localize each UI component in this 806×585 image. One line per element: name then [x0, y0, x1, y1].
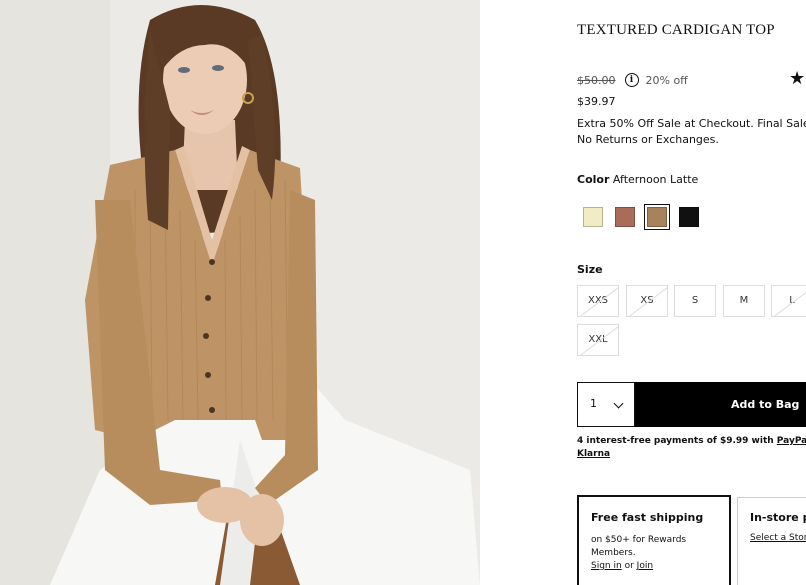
- info-icon[interactable]: i: [624, 73, 639, 87]
- size-label: Size: [577, 263, 603, 276]
- original-price: $50.00: [577, 73, 616, 87]
- swatch-rosewood[interactable]: [612, 204, 638, 230]
- quantity-value: 1: [590, 397, 597, 410]
- shipping-description: on $50+ for Rewards Members.: [591, 535, 687, 558]
- installment-text: 4 interest-free payments of $9.99 with: [577, 436, 774, 446]
- color-selection-label: Color Afternoon Latte: [577, 173, 698, 186]
- discount-label: 20% off: [645, 73, 688, 87]
- paypal-link[interactable]: PayPal: [777, 436, 806, 446]
- sign-in-link[interactable]: Sign in: [591, 561, 622, 571]
- klarna-link[interactable]: Klarna: [577, 449, 610, 459]
- quantity-select[interactable]: 1: [577, 382, 635, 427]
- product-title: TEXTURED CARDIGAN TOP: [577, 22, 775, 38]
- swatch-afternoon-latte[interactable]: [644, 204, 670, 230]
- swatch-cream[interactable]: [580, 204, 606, 230]
- model-photo-illustration: [0, 0, 480, 585]
- chevron-down-icon: [613, 398, 624, 409]
- product-page: TEXTURED CARDIGAN TOP $50.00 i 20% off ★…: [0, 0, 806, 585]
- size-option-xxl[interactable]: XXL: [577, 324, 619, 356]
- size-option-l[interactable]: L: [771, 285, 806, 317]
- price-row: $50.00 i 20% off: [577, 73, 688, 87]
- selected-color-name: Afternoon Latte: [612, 173, 699, 186]
- product-image[interactable]: [0, 0, 480, 585]
- pickup-option-card[interactable]: In-store pi Select a Stor: [737, 497, 806, 585]
- shipping-auth-links: Sign in or Join: [591, 560, 717, 573]
- installment-payments: 4 interest-free payments of $9.99 with P…: [577, 435, 806, 461]
- size-option-s[interactable]: S: [674, 285, 716, 317]
- size-option-m[interactable]: M: [723, 285, 765, 317]
- star-icon[interactable]: ★: [789, 70, 805, 88]
- swatch-black[interactable]: [676, 204, 702, 230]
- color-swatches: [580, 204, 702, 230]
- color-label: Color: [577, 173, 610, 186]
- size-option-xxs[interactable]: XXS: [577, 285, 619, 317]
- add-to-bag-button[interactable]: Add to Bag: [635, 382, 806, 427]
- or-text: or: [624, 561, 634, 571]
- select-store-link[interactable]: Select a Stor: [750, 533, 806, 543]
- size-option-xs[interactable]: XS: [626, 285, 668, 317]
- shipping-option-card[interactable]: Free fast shipping on $50+ for Rewards M…: [577, 495, 731, 585]
- join-link[interactable]: Join: [637, 561, 653, 571]
- promo-message: Extra 50% Off Sale at Checkout. Final Sa…: [577, 117, 806, 146]
- product-details: TEXTURED CARDIGAN TOP $50.00 i 20% off ★…: [577, 0, 806, 585]
- pickup-title: In-store pi: [750, 511, 806, 524]
- sale-price: $39.97: [577, 95, 616, 108]
- shipping-title: Free fast shipping: [591, 511, 704, 524]
